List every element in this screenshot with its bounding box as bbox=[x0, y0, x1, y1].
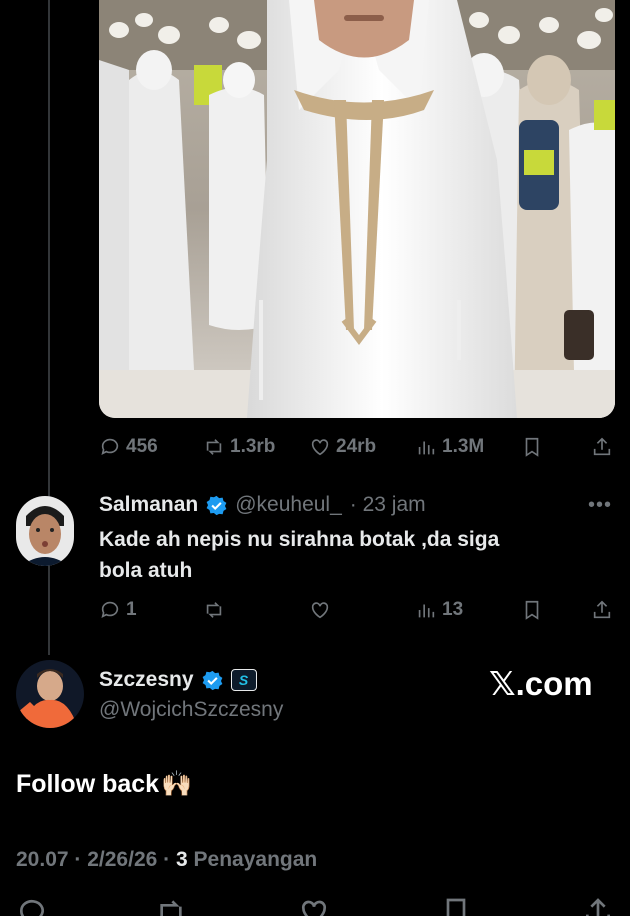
reply-author-name[interactable]: Salmanan bbox=[99, 493, 198, 517]
reply-repost-button[interactable] bbox=[203, 599, 225, 621]
bookmark-button[interactable] bbox=[521, 436, 543, 458]
reply-text-line-1: Kade ah nepis nu sirahna botak ,da siga bbox=[99, 528, 500, 551]
reply-text: Kade ah nepis nu sirahna botak ,da siga … bbox=[99, 524, 599, 586]
tweet-media-image[interactable] bbox=[99, 0, 615, 418]
avatar-image bbox=[16, 660, 84, 728]
like-button[interactable]: 24rb bbox=[309, 436, 376, 458]
like-count: 24rb bbox=[336, 436, 377, 457]
focused-tweet-meta: 20.07 · 2/26/26 · 3 Penayangan bbox=[16, 848, 318, 871]
like-icon bbox=[311, 602, 329, 619]
focused-author-name[interactable]: Szczesny bbox=[99, 668, 194, 692]
focused-author-handle[interactable]: @WojcichSzczesny bbox=[99, 698, 283, 722]
focused-actions bbox=[0, 896, 630, 916]
reply-views-button[interactable]: 13 bbox=[415, 599, 463, 621]
reply-author-handle[interactable]: @keuheul_ bbox=[235, 493, 342, 517]
reply-reply-button[interactable]: 1 bbox=[99, 599, 137, 621]
reply-views-count: 13 bbox=[442, 599, 464, 620]
views-icon bbox=[418, 604, 435, 618]
like-icon[interactable] bbox=[298, 896, 330, 916]
main-tweet-actions: 456 1.3rb 24rb 1.3M bbox=[99, 432, 615, 462]
raised-hands-icon: 🙌🏻 bbox=[161, 770, 193, 798]
focused-header: Szczesny S bbox=[99, 668, 257, 692]
reply-header: Salmanan @keuheul_ · 23 jam bbox=[99, 493, 426, 517]
tweet-date[interactable]: 2/26/26 bbox=[87, 848, 157, 871]
views-count: 1.3M bbox=[442, 436, 485, 457]
reply-like-button[interactable] bbox=[309, 599, 331, 621]
share-button[interactable] bbox=[591, 436, 613, 458]
view-label: Penayangan bbox=[193, 848, 318, 871]
tweet-time[interactable]: 20.07 bbox=[16, 848, 69, 871]
reply-icon[interactable] bbox=[16, 896, 48, 916]
reply-button[interactable]: 456 bbox=[99, 436, 158, 458]
focused-avatar[interactable] bbox=[16, 660, 84, 728]
verified-icon bbox=[206, 495, 227, 515]
x-watermark: 𝕏.com bbox=[489, 665, 593, 702]
reply-icon bbox=[101, 601, 119, 618]
focused-tweet-text: Follow back 🙌🏻 bbox=[16, 770, 192, 799]
share-icon bbox=[593, 437, 611, 456]
bookmark-icon bbox=[525, 600, 539, 620]
pilgrim-photo bbox=[99, 0, 615, 418]
affiliate-badge-letter: S bbox=[238, 672, 249, 688]
reply-avatar[interactable] bbox=[16, 496, 74, 566]
more-options-icon[interactable]: ••• bbox=[588, 494, 612, 517]
views-icon bbox=[418, 441, 435, 455]
reply-text-line-2: bola atuh bbox=[99, 559, 193, 582]
repost-icon bbox=[206, 439, 222, 455]
share-icon bbox=[593, 600, 611, 619]
repost-icon bbox=[206, 602, 222, 618]
avatar-image bbox=[16, 496, 74, 566]
reply-icon bbox=[101, 438, 119, 455]
reply-reply-count: 1 bbox=[126, 599, 137, 620]
repost-button[interactable]: 1.3rb bbox=[203, 436, 275, 458]
views-button[interactable]: 1.3M bbox=[415, 436, 484, 458]
reply-bookmark-button[interactable] bbox=[521, 599, 543, 621]
bookmark-icon bbox=[525, 437, 539, 457]
reply-count: 456 bbox=[126, 436, 158, 457]
repost-icon[interactable] bbox=[155, 896, 187, 916]
affiliate-badge[interactable]: S bbox=[230, 669, 257, 691]
verified-icon bbox=[202, 670, 222, 690]
reply-actions: 1 13 bbox=[99, 595, 615, 625]
reply-share-button[interactable] bbox=[591, 599, 613, 621]
share-icon[interactable] bbox=[582, 896, 614, 916]
view-count: 3 bbox=[175, 848, 188, 871]
focused-text: Follow back bbox=[16, 770, 160, 798]
reply-timestamp[interactable]: · 23 jam bbox=[350, 493, 426, 517]
repost-count: 1.3rb bbox=[230, 436, 276, 457]
bookmark-icon[interactable] bbox=[440, 896, 472, 916]
like-icon bbox=[311, 439, 329, 456]
